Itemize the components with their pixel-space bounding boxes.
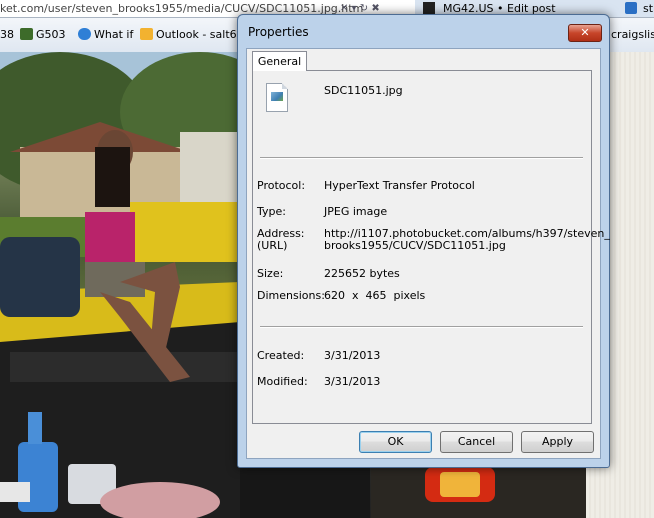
type-label: Type: [257,205,286,218]
jeep-icon [20,28,33,40]
protocol-label: Protocol: [257,179,306,192]
favorite-item-38[interactable]: 38 [0,27,14,43]
dialog-title: Properties [248,25,309,39]
dimensions-label: Dimensions: [257,289,325,302]
ok-button[interactable]: OK [359,431,432,453]
properties-dialog: Properties ✕ General SDC11051.jpg Protoc… [237,14,610,468]
divider [260,326,583,328]
file-name: SDC11051.jpg [324,84,403,97]
ie-icon [78,28,91,40]
address-value-line2: brooks1955/CUCV/SDC11051.jpg [324,239,506,252]
favorite-item-outlook[interactable]: Outlook - salt6 [140,27,237,43]
dimensions-value: 620 x 465 pixels [324,289,426,302]
close-icon: ✕ [580,26,590,39]
address-label-url: (URL) [257,239,288,252]
browser-tab-st[interactable]: st [643,0,653,17]
outlook-icon [140,28,153,40]
size-label: Size: [257,267,284,280]
jpeg-file-icon [266,83,288,112]
browser-tab-favicon [625,0,637,17]
dialog-client-area: General SDC11051.jpg Protocol: HyperText… [246,48,610,459]
size-value: 225652 bytes [324,267,400,280]
dialog-titlebar[interactable]: Properties ✕ [238,15,609,48]
divider [260,157,583,159]
created-value: 3/31/2013 [324,349,381,362]
protocol-value: HyperText Transfer Protocol [324,179,475,192]
favorite-item-what-if[interactable]: What if [78,27,133,43]
general-tab-page: SDC11051.jpg Protocol: HyperText Transfe… [252,70,610,424]
modified-value: 3/31/2013 [324,375,381,388]
tab-general[interactable]: General [252,51,307,71]
type-value: JPEG image [324,205,388,218]
favorite-item-g503[interactable]: G503 [20,27,66,43]
modified-label: Modified: [257,375,308,388]
cancel-button[interactable]: Cancel [440,431,513,453]
apply-button[interactable]: Apply [521,431,594,453]
created-label: Created: [257,349,305,362]
close-button[interactable]: ✕ [568,24,602,42]
